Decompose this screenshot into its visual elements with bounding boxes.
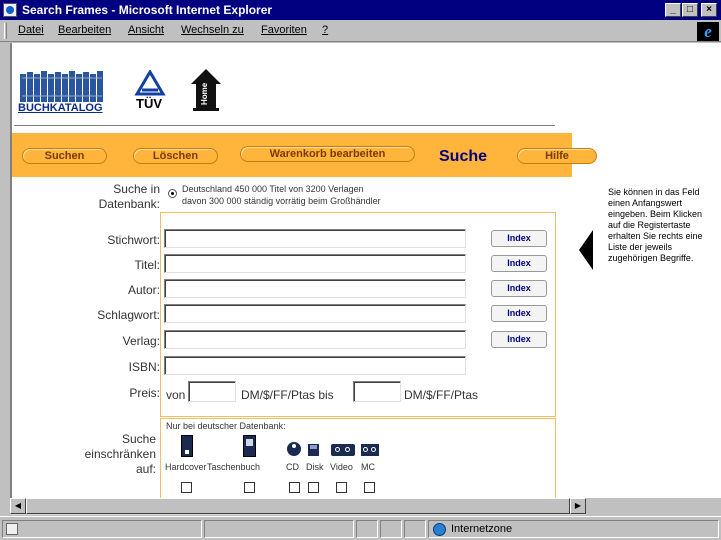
hardcover-icon <box>181 435 193 457</box>
zone-label: Internetzone <box>451 523 513 535</box>
nav-bar: Suchen Löschen Warenkorb bearbeiten Hilf… <box>12 133 597 177</box>
buchkatalog-label: BUCHKATALOG <box>18 102 103 114</box>
preis-von-input[interactable] <box>188 381 236 402</box>
isbn-label: ISBN: <box>128 360 160 374</box>
stichwort-index-button[interactable]: Index <box>491 230 547 247</box>
titel-label: Titel: <box>134 258 160 272</box>
loeschen-button[interactable]: Löschen <box>133 148 218 164</box>
database-radio[interactable] <box>168 189 177 198</box>
scroll-corner <box>586 498 721 515</box>
restrict-label: Suche einschränken auf: <box>84 432 156 476</box>
option-hardcover-label: Hardcover <box>165 462 207 472</box>
menu-datei[interactable]: Datei <box>18 24 44 36</box>
option-cd-label: CD <box>286 462 299 472</box>
tuev-label: TÜV <box>136 96 162 111</box>
database-label: Suche in Datenbank: <box>98 182 160 211</box>
preis-bis-input[interactable] <box>353 381 401 402</box>
taschenbuch-checkbox[interactable] <box>244 482 255 493</box>
scroll-right-button[interactable]: ▶ <box>570 498 586 514</box>
maximize-button[interactable]: □ <box>682 3 698 17</box>
disk-icon <box>308 444 319 456</box>
disk-checkbox[interactable] <box>308 482 319 493</box>
status-panel-2 <box>380 520 402 538</box>
progress-panel <box>204 520 354 538</box>
menu-bearbeiten[interactable]: Bearbeiten <box>58 24 111 36</box>
zone-panel: Internetzone <box>428 520 719 538</box>
home-label: Home <box>200 82 209 105</box>
home-icon[interactable]: Home <box>190 68 222 112</box>
title-bar: Search Frames - Microsoft Internet Explo… <box>0 0 721 20</box>
status-panel-3 <box>404 520 426 538</box>
minimize-button[interactable]: _ <box>665 3 681 17</box>
status-text-panel <box>2 520 202 538</box>
scroll-left-button[interactable]: ◀ <box>10 498 26 514</box>
menu-bar: Datei Bearbeiten Ansicht Wechseln zu Fav… <box>0 20 721 42</box>
stichwort-label: Stichwort: <box>107 233 160 247</box>
help-text: Sie können in das Feld einen Anfangswert… <box>608 187 703 263</box>
menu-help[interactable]: ? <box>322 24 328 36</box>
menu-wechseln-zu[interactable]: Wechseln zu <box>181 24 244 36</box>
help-arrow-icon <box>579 230 593 270</box>
mc-checkbox[interactable] <box>364 482 375 493</box>
autor-label: Autor: <box>127 283 160 297</box>
stichwort-input[interactable] <box>164 229 466 248</box>
schlagwort-index-button[interactable]: Index <box>491 305 547 322</box>
option-disk-label: Disk <box>306 462 324 472</box>
window-title: Search Frames - Microsoft Internet Explo… <box>22 3 273 17</box>
hardcover-checkbox[interactable] <box>181 482 192 493</box>
currency-label: DM/$/FF/Ptas <box>404 388 479 402</box>
database-option-line2: davon 300 000 ständig vorrätig beim Groß… <box>182 196 381 206</box>
horizontal-scrollbar[interactable]: ◀ ▶ <box>10 498 586 515</box>
database-option-line1: Deutschland 450 000 Titel von 3200 Verla… <box>182 184 364 194</box>
toolbar-grip[interactable] <box>4 23 7 39</box>
verlag-index-button[interactable]: Index <box>491 331 547 348</box>
status-panel-1 <box>356 520 378 538</box>
currency-bis-label: DM/$/FF/Ptas bis <box>241 388 334 402</box>
option-taschenbuch-label: Taschenbuch <box>207 462 261 472</box>
autor-input[interactable] <box>164 279 466 298</box>
preis-label: Preis: <box>129 386 160 400</box>
video-icon <box>331 444 355 456</box>
schlagwort-label: Schlagwort: <box>97 308 160 322</box>
divider <box>14 125 555 126</box>
status-bar: Internetzone <box>0 516 721 540</box>
frame-border <box>10 43 12 498</box>
warenkorb-button[interactable]: Warenkorb bearbeiten <box>240 146 415 162</box>
video-checkbox[interactable] <box>336 482 347 493</box>
page-title: Suche <box>439 148 488 165</box>
autor-index-button[interactable]: Index <box>491 280 547 297</box>
menu-favoriten[interactable]: Favoriten <box>261 24 307 36</box>
preis-von-label: von <box>166 388 186 402</box>
hilfe-button[interactable]: Hilfe <box>517 148 597 164</box>
close-button[interactable]: × <box>701 3 717 17</box>
isbn-input[interactable] <box>164 356 466 375</box>
tuev-logo[interactable]: TÜV <box>133 69 167 114</box>
suchen-button[interactable]: Suchen <box>22 148 107 164</box>
verlag-label: Verlag: <box>122 334 160 348</box>
taschenbuch-icon <box>243 435 256 457</box>
page-status-icon <box>6 523 18 535</box>
cd-icon <box>287 442 301 456</box>
mc-icon <box>361 444 379 456</box>
option-mc-label: MC <box>361 462 375 472</box>
ie-logo-icon: e <box>697 22 719 41</box>
restrict-note: Nur bei deutscher Datenbank: <box>166 421 286 431</box>
verlag-input[interactable] <box>164 330 466 349</box>
cd-checkbox[interactable] <box>289 482 300 493</box>
scroll-thumb[interactable] <box>26 498 570 514</box>
menu-ansicht[interactable]: Ansicht <box>128 24 164 36</box>
schlagwort-input[interactable] <box>164 304 466 323</box>
ie-window-icon[interactable] <box>3 3 17 17</box>
titel-index-button[interactable]: Index <box>491 255 547 272</box>
buchkatalog-logo[interactable]: BUCHKATALOG <box>18 68 116 116</box>
internet-globe-icon <box>433 523 446 536</box>
option-video-label: Video <box>330 462 353 472</box>
titel-input[interactable] <box>164 254 466 273</box>
